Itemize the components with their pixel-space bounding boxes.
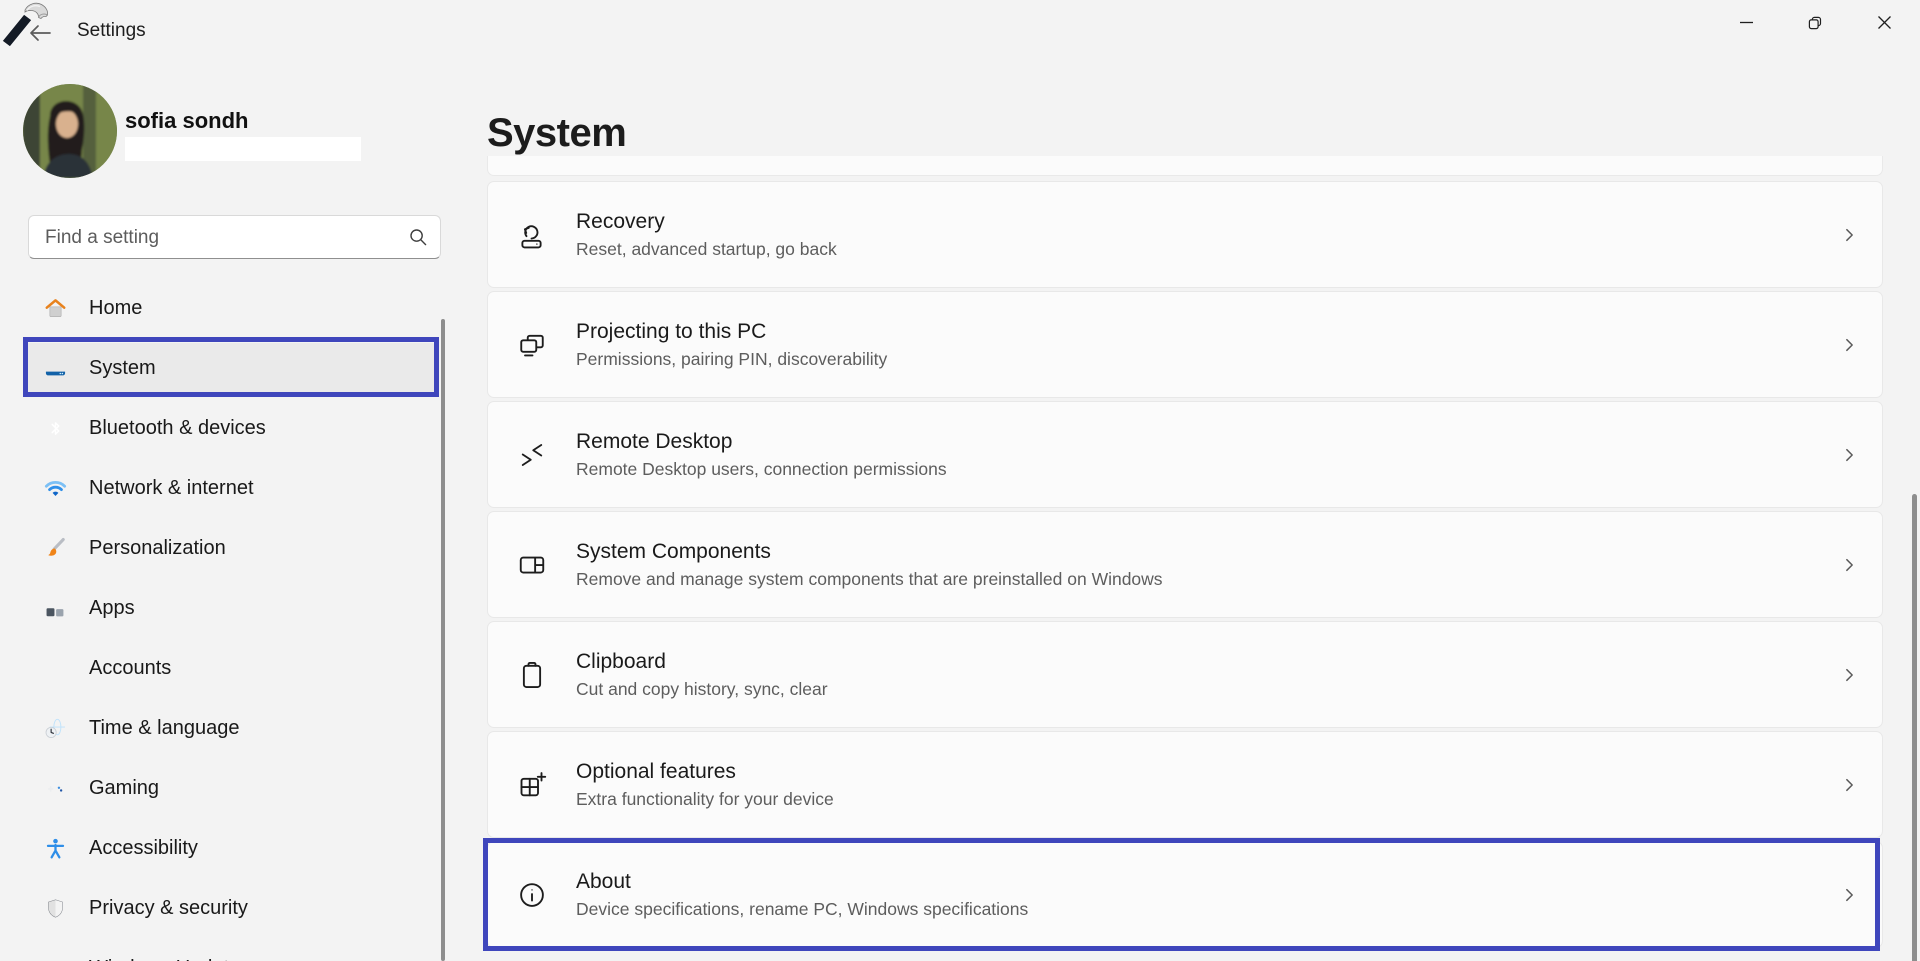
winupdate-icon	[43, 956, 68, 961]
card-subtitle: Permissions, pairing PIN, discoverabilit…	[576, 349, 887, 370]
card-text: Projecting to this PC Permissions, pairi…	[576, 320, 887, 370]
sidebar-item-accessibility[interactable]: Accessibility	[24, 823, 438, 873]
chevron-right-icon	[1841, 886, 1858, 903]
titlebar: Settings	[0, 0, 1920, 58]
sidebar-item-system[interactable]: System	[24, 343, 438, 393]
sidebar-item-accounts[interactable]: Accounts	[24, 643, 438, 693]
settings-card-list: Recovery Reset, advanced startup, go bac…	[487, 181, 1883, 948]
sidebar-item-privacy-security[interactable]: Privacy & security	[24, 883, 438, 933]
network-icon	[43, 476, 68, 501]
privacy-icon	[43, 896, 68, 921]
window-controls	[1723, 6, 1907, 39]
avatar[interactable]	[23, 84, 117, 178]
system-icon	[43, 356, 68, 381]
search-box[interactable]	[28, 215, 441, 259]
selected-accent-pill	[24, 357, 28, 379]
time-icon	[43, 716, 68, 741]
personalization-icon	[43, 536, 68, 561]
profile-name: sofia sondh	[125, 108, 248, 134]
about-icon	[517, 880, 547, 910]
card-text: Recovery Reset, advanced startup, go bac…	[576, 210, 837, 260]
card-text: About Device specifications, rename PC, …	[576, 870, 1028, 920]
card-title: System Components	[576, 540, 1163, 564]
card-recovery[interactable]: Recovery Reset, advanced startup, go bac…	[487, 181, 1883, 288]
back-arrow-icon[interactable]	[27, 23, 53, 43]
chevron-right-icon	[1841, 226, 1858, 243]
card-subtitle: Remote Desktop users, connection permiss…	[576, 459, 947, 480]
remote-icon	[517, 440, 547, 470]
sidebar-nav: Home System Bluetooth & devices Network …	[24, 283, 438, 961]
recovery-icon	[517, 220, 547, 250]
page-title: System	[487, 111, 626, 156]
card-text: Remote Desktop Remote Desktop users, con…	[576, 430, 947, 480]
settings-window: Settings	[0, 0, 1920, 961]
home-icon	[43, 296, 68, 321]
chevron-right-icon	[1841, 446, 1858, 463]
card-projecting[interactable]: Projecting to this PC Permissions, pairi…	[487, 291, 1883, 398]
accounts-icon	[43, 656, 68, 681]
minimize-button[interactable]	[1723, 6, 1769, 39]
card-text: System Components Remove and manage syst…	[576, 540, 1163, 590]
partial-card-above	[487, 156, 1883, 176]
chevron-right-icon	[1841, 666, 1858, 683]
sidebar-item-home[interactable]: Home	[24, 283, 438, 333]
chevron-right-icon	[1841, 556, 1858, 573]
card-about[interactable]: About Device specifications, rename PC, …	[487, 841, 1883, 948]
card-title: Optional features	[576, 760, 834, 784]
chevron-right-icon	[1841, 776, 1858, 793]
card-title: Recovery	[576, 210, 837, 234]
accessibility-icon	[43, 836, 68, 861]
sidebar-item-windows-update[interactable]: Windows Update	[24, 943, 438, 961]
minimize-icon	[1739, 15, 1754, 30]
restore-button[interactable]	[1792, 6, 1838, 39]
card-subtitle: Cut and copy history, sync, clear	[576, 679, 828, 700]
card-text: Clipboard Cut and copy history, sync, cl…	[576, 650, 828, 700]
avatar-image	[23, 84, 117, 178]
card-text: Optional features Extra functionality fo…	[576, 760, 834, 810]
search-input[interactable]	[43, 218, 397, 258]
sidebar-item-bluetooth-devices[interactable]: Bluetooth & devices	[24, 403, 438, 453]
sidebar-item-network-internet[interactable]: Network & internet	[24, 463, 438, 513]
sidebar-item-apps[interactable]: Apps	[24, 583, 438, 633]
card-title: Remote Desktop	[576, 430, 947, 454]
card-optional-features[interactable]: Optional features Extra functionality fo…	[487, 731, 1883, 838]
card-subtitle: Device specifications, rename PC, Window…	[576, 899, 1028, 920]
projecting-icon	[517, 330, 547, 360]
components-icon	[517, 550, 547, 580]
card-clipboard[interactable]: Clipboard Cut and copy history, sync, cl…	[487, 621, 1883, 728]
apps-icon	[43, 596, 68, 621]
search-icon	[409, 228, 428, 247]
card-system-components[interactable]: System Components Remove and manage syst…	[487, 511, 1883, 618]
sidebar-item-personalization[interactable]: Personalization	[24, 523, 438, 573]
redaction-box	[125, 137, 361, 161]
gaming-icon	[43, 776, 68, 801]
sidebar-scrollbar[interactable]	[441, 319, 445, 961]
card-remote-desktop[interactable]: Remote Desktop Remote Desktop users, con…	[487, 401, 1883, 508]
sidebar-item-time-language[interactable]: Time & language	[24, 703, 438, 753]
clipboard-icon	[517, 660, 547, 690]
main-scrollbar[interactable]	[1912, 494, 1917, 961]
card-subtitle: Remove and manage system components that…	[576, 569, 1163, 590]
restore-icon	[1807, 15, 1823, 31]
card-title: Clipboard	[576, 650, 828, 674]
optional-icon	[517, 770, 547, 800]
sidebar-item-gaming[interactable]: Gaming	[24, 763, 438, 813]
card-subtitle: Reset, advanced startup, go back	[576, 239, 837, 260]
card-subtitle: Extra functionality for your device	[576, 789, 834, 810]
card-title: About	[576, 870, 1028, 894]
card-title: Projecting to this PC	[576, 320, 887, 344]
bluetooth-icon	[43, 416, 68, 441]
close-icon	[1877, 15, 1892, 30]
chevron-right-icon	[1841, 336, 1858, 353]
close-button[interactable]	[1861, 6, 1907, 39]
app-title: Settings	[77, 20, 146, 42]
